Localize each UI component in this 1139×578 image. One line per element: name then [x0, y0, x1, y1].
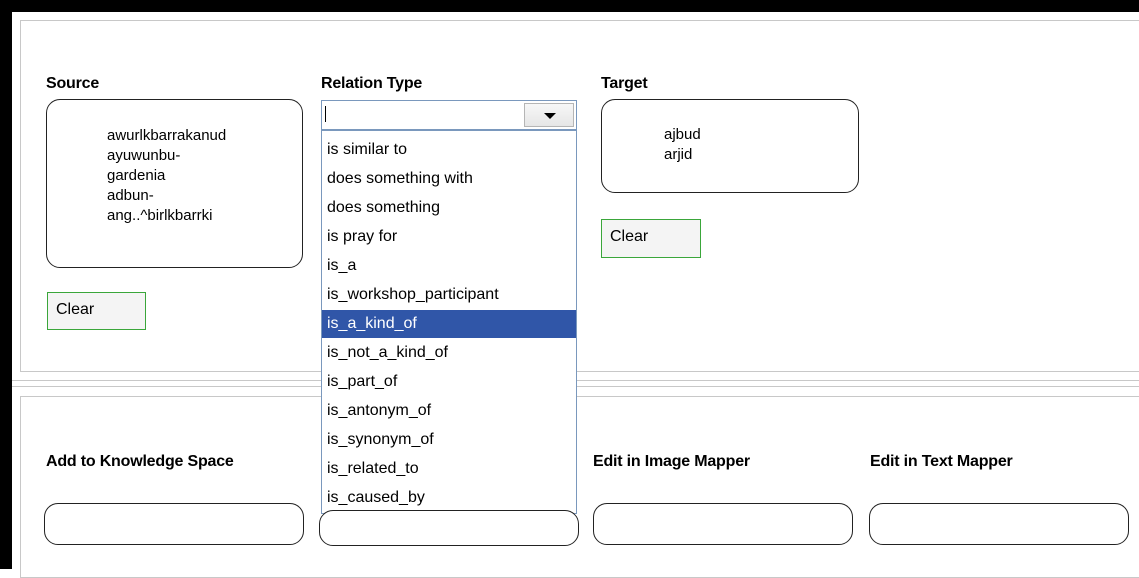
actions-panel — [20, 396, 1139, 578]
relation-option[interactable]: does something — [322, 194, 576, 222]
relation-option-highlighted[interactable]: is_a_kind_of — [322, 310, 576, 338]
text-cursor — [325, 106, 326, 122]
source-label: Source — [46, 75, 100, 92]
source-clear-label: Clear — [56, 301, 95, 318]
window-top-border — [0, 0, 1139, 12]
add-to-knowledge-space-drop-box[interactable] — [44, 503, 304, 545]
source-item: gardenia — [107, 167, 166, 184]
relation-option[interactable]: is_part_of — [322, 368, 576, 396]
target-list: ajbud arjid — [664, 125, 701, 165]
target-item: ajbud — [664, 126, 701, 143]
target-clear-button[interactable]: Clear — [601, 219, 701, 258]
chevron-down-icon — [544, 113, 556, 119]
source-box[interactable]: awurlkbarrakanud ayuwunbu- gardenia adbu… — [46, 99, 303, 268]
relation-type-label: Relation Type — [321, 75, 423, 92]
target-clear-label: Clear — [610, 228, 649, 245]
source-clear-button[interactable]: Clear — [47, 292, 146, 330]
source-item: awurlkbarrakanud — [107, 127, 227, 144]
dropdown-toggle-button[interactable] — [524, 103, 574, 127]
source-list: awurlkbarrakanud ayuwunbu- gardenia adbu… — [107, 126, 226, 226]
source-item: ang..^birlkbarrki — [107, 207, 213, 224]
relation-option[interactable]: is_a — [322, 252, 576, 280]
edit-in-text-mapper-label: Edit in Text Mapper — [870, 453, 1013, 470]
text-mapper-drop-box[interactable] — [869, 503, 1129, 545]
target-label: Target — [601, 75, 648, 92]
target-box[interactable]: ajbud arjid — [601, 99, 859, 193]
relation-option[interactable]: is_antonym_of — [322, 397, 576, 425]
image-mapper-drop-box[interactable] — [593, 503, 853, 545]
relation-option[interactable]: is pray for — [322, 223, 576, 251]
relation-option[interactable]: is_caused_by — [322, 484, 576, 512]
relation-type-select[interactable] — [321, 100, 577, 130]
source-item: ayuwunbu- — [107, 147, 181, 164]
edit-in-image-mapper-label: Edit in Image Mapper — [593, 453, 750, 470]
relation-option[interactable]: is similar to — [322, 136, 576, 164]
source-item: adbun- — [107, 187, 154, 204]
relation-option[interactable]: is_workshop_participant — [322, 281, 576, 309]
window-left-border — [0, 0, 12, 569]
relation-type-dropdown-list[interactable]: is similar to does something with does s… — [321, 130, 577, 514]
relation-option[interactable]: is_related_to — [322, 455, 576, 483]
relation-option[interactable]: does something with — [322, 165, 576, 193]
relation-option[interactable]: is_synonym_of — [322, 426, 576, 454]
relation-option[interactable]: is_not_a_kind_of — [322, 339, 576, 367]
add-to-knowledge-space-label: Add to Knowledge Space — [46, 453, 234, 470]
column-2-drop-box[interactable] — [319, 510, 579, 546]
target-item: arjid — [664, 146, 693, 163]
